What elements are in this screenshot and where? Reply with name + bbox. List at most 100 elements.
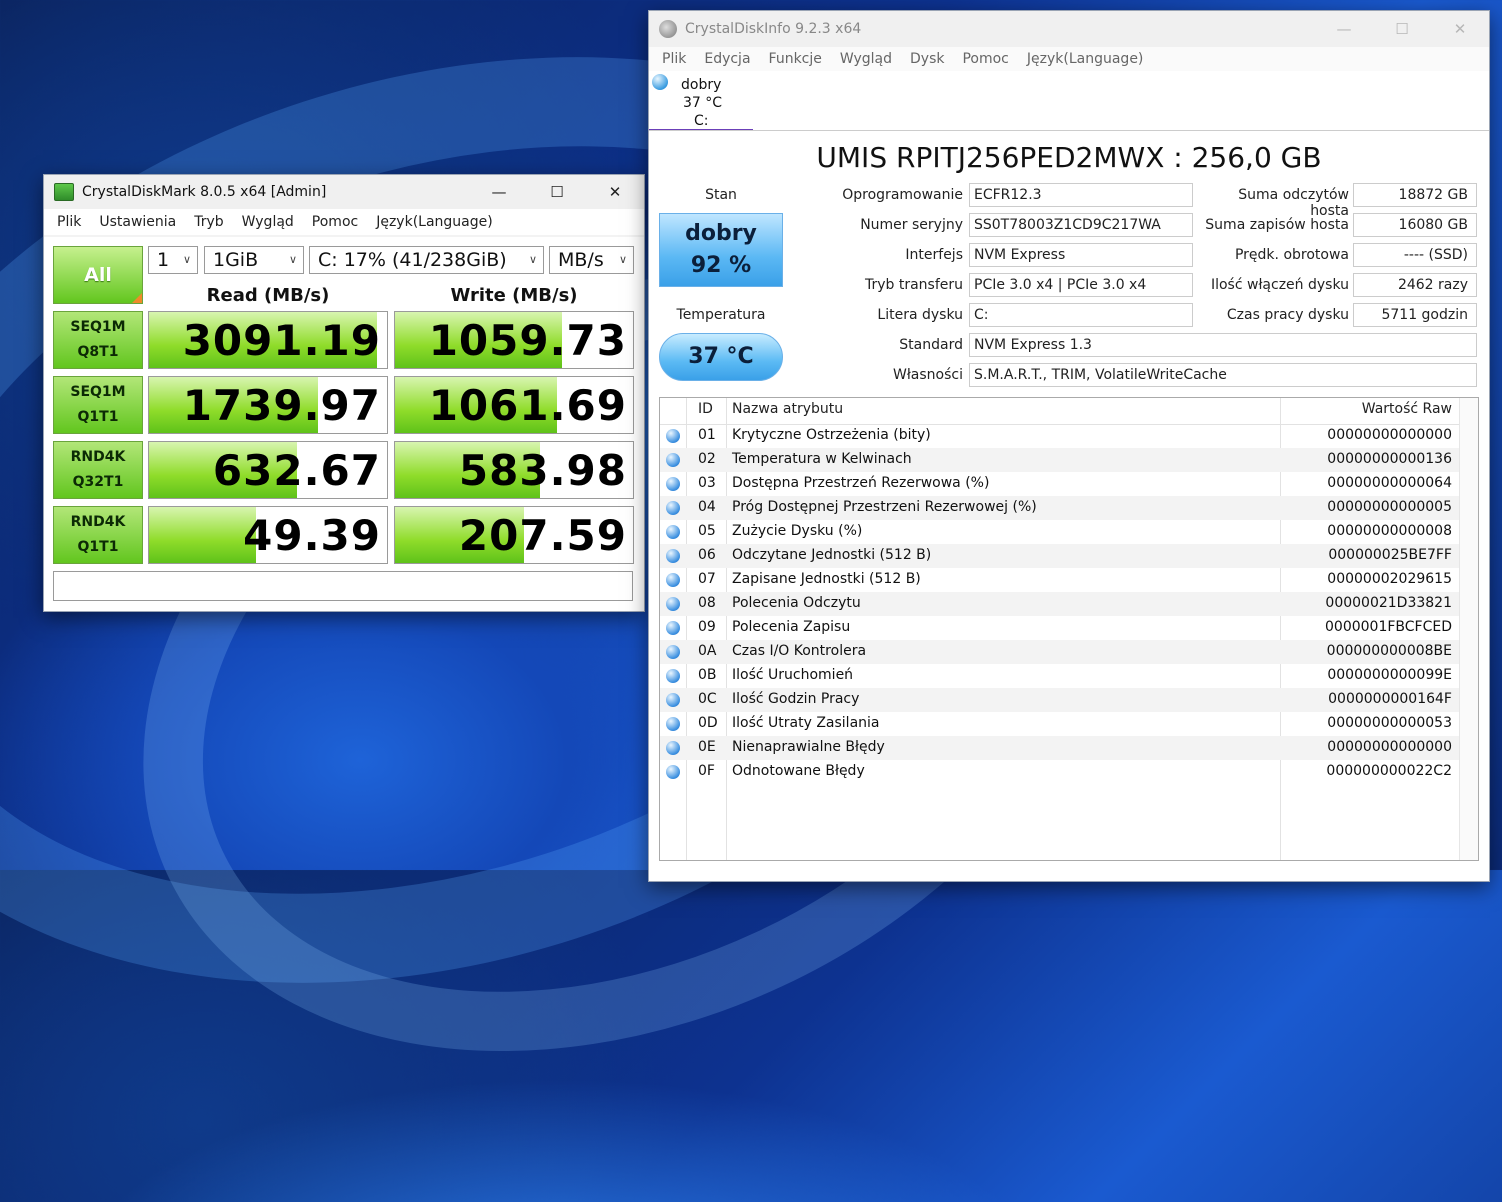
attribute-id: 05 [698,523,716,539]
maximize-icon[interactable]: ☐ [1373,12,1431,46]
test-rnd4k-q1t1-button[interactable]: RND4K Q1T1 [53,506,143,564]
table-row[interactable]: 0F Odnotowane Błędy 000000000022C2 [660,760,1478,784]
unit-value: MB/s [558,249,604,271]
drive-tab-letter: C: [694,113,709,129]
menu-plik[interactable]: Plik [653,51,695,67]
all-button[interactable]: All [53,246,143,304]
attribute-raw: 0000000000099E [1327,667,1452,683]
header-raw[interactable]: Wartość Raw [1362,401,1452,417]
attribute-id: 0A [698,643,717,659]
attribute-name: Polecenia Odczytu [732,595,861,611]
table-row[interactable]: 0A Czas I/O Kontrolera 000000000008BE [660,640,1478,664]
cdi-titlebar[interactable]: CrystalDiskInfo 9.2.3 x64 — ☐ ✕ [649,11,1489,47]
menu-wyglad[interactable]: Wygląd [831,51,901,67]
status-dot-icon [666,501,680,515]
health-status-icon [652,74,668,90]
drive-tab-temp: 37 °C [683,95,723,111]
attribute-raw: 00000000000008 [1327,523,1452,539]
menu-edycja[interactable]: Edycja [695,51,759,67]
test-seq1m-q1t1-button[interactable]: SEQ1M Q1T1 [53,376,143,434]
table-row[interactable]: 04 Próg Dostępnej Przestrzeni Rezerwowej… [660,496,1478,520]
minimize-icon[interactable]: — [470,175,528,209]
menu-pomoc[interactable]: Pomoc [953,51,1017,67]
host-writes-value: 16080 GB [1353,213,1477,237]
cdm-window-title: CrystalDiskMark 8.0.5 x64 [Admin] [82,184,327,200]
read-value: 3091.19 [182,316,381,365]
menu-pomoc[interactable]: Pomoc [303,214,367,230]
write-value: 1059.73 [428,316,627,365]
minimize-icon[interactable]: — [1315,12,1373,46]
table-row[interactable]: 0B Ilość Uruchomień 0000000000099E [660,664,1478,688]
drive-tab-c[interactable]: dobry 37 °C C: [649,71,753,131]
status-dot-icon [666,453,680,467]
features-value: S.M.A.R.T., TRIM, VolatileWriteCache [969,363,1477,387]
host-reads-value: 18872 GB [1353,183,1477,207]
status-dot-icon [666,693,680,707]
status-dot-icon [666,621,680,635]
menu-dysk[interactable]: Dysk [901,51,953,67]
attribute-id: 0D [698,715,718,731]
table-row[interactable]: 08 Polecenia Odczytu 00000021D33821 [660,592,1478,616]
crystaldiskmark-app-icon [54,183,74,201]
crystaldiskinfo-window: CrystalDiskInfo 9.2.3 x64 — ☐ ✕ Plik Edy… [648,10,1490,882]
attribute-id: 02 [698,451,716,467]
table-row[interactable]: 06 Odczytane Jednostki (512 B) 000000025… [660,544,1478,568]
health-status-button[interactable]: dobry 92 % [659,213,783,287]
interface-value: NVM Express [969,243,1193,267]
count-select[interactable]: 1 ∨ [148,246,198,274]
comment-field[interactable] [53,571,633,601]
table-row[interactable]: 0E Nienaprawialne Błędy 00000000000000 [660,736,1478,760]
menu-ustawienia[interactable]: Ustawienia [90,214,185,230]
attribute-id: 0B [698,667,717,683]
features-label: Własności [892,367,963,383]
table-row[interactable]: 0D Ilość Utraty Zasilania 00000000000053 [660,712,1478,736]
crystaldiskinfo-app-icon [659,20,677,38]
standard-label: Standard [899,337,963,353]
table-row[interactable]: 09 Polecenia Zapisu 0000001FBCFCED [660,616,1478,640]
menu-jezyk[interactable]: Język(Language) [1018,51,1153,67]
power-on-hours-label: Czas pracy dysku [1226,307,1349,323]
test-seq1m-q8t1-button[interactable]: SEQ1M Q8T1 [53,311,143,369]
header-id[interactable]: ID [698,401,713,417]
unit-select[interactable]: MB/s ∨ [549,246,634,274]
maximize-icon[interactable]: ☐ [528,175,586,209]
test-label-line2: Q1T1 [77,409,119,425]
firmware-label: Oprogramowanie [842,187,963,203]
attribute-raw: 00000021D33821 [1325,595,1452,611]
temperature-button[interactable]: 37 °C [659,333,783,381]
power-on-hours-value: 5711 godzin [1353,303,1477,327]
close-icon[interactable]: ✕ [586,175,644,209]
close-icon[interactable]: ✕ [1431,12,1489,46]
attribute-id: 07 [698,571,716,587]
header-name[interactable]: Nazwa atrybutu [732,401,843,417]
table-scrollbar[interactable] [1459,398,1478,860]
table-row[interactable]: 02 Temperatura w Kelwinach 0000000000013… [660,448,1478,472]
table-row[interactable]: 0C Ilość Godzin Pracy 0000000000164F [660,688,1478,712]
table-row[interactable]: 03 Dostępna Przestrzeń Rezerwowa (%) 000… [660,472,1478,496]
host-reads-label: Suma odczytów hosta [1238,187,1349,219]
attribute-id: 08 [698,595,716,611]
interface-label: Interfejs [905,247,963,263]
status-dot-icon [666,669,680,683]
attribute-raw: 00000000000136 [1327,451,1452,467]
table-row[interactable]: 01 Krytyczne Ostrzeżenia (bity) 00000000… [660,424,1478,448]
size-select[interactable]: 1GiB ∨ [204,246,304,274]
drive-select[interactable]: C: 17% (41/238GiB) ∨ [309,246,544,274]
cdm-titlebar[interactable]: CrystalDiskMark 8.0.5 x64 [Admin] — ☐ ✕ [44,175,644,209]
table-row[interactable]: 05 Zużycie Dysku (%) 00000000000008 [660,520,1478,544]
health-label: Stan [705,187,737,203]
test-label-line1: SEQ1M [70,319,126,335]
menu-funkcje[interactable]: Funkcje [760,51,831,67]
write-value: 207.59 [458,511,627,560]
disk-model-title: UMIS RPITJ256PED2MWX : 256,0 GB [816,141,1322,174]
menu-plik[interactable]: Plik [48,214,90,230]
write-header: Write (MB/s) [450,285,578,306]
menu-wyglad[interactable]: Wygląd [233,214,303,230]
menu-jezyk[interactable]: Język(Language) [367,214,502,230]
table-row[interactable]: 07 Zapisane Jednostki (512 B) 0000000202… [660,568,1478,592]
cdm-main: All 1 ∨ 1GiB ∨ C: 17% (41/238GiB) ∨ MB/s… [44,237,644,611]
attribute-id: 0E [698,739,716,755]
attribute-raw: 00000000000005 [1327,499,1452,515]
test-rnd4k-q32t1-button[interactable]: RND4K Q32T1 [53,441,143,499]
menu-tryb[interactable]: Tryb [185,214,232,230]
